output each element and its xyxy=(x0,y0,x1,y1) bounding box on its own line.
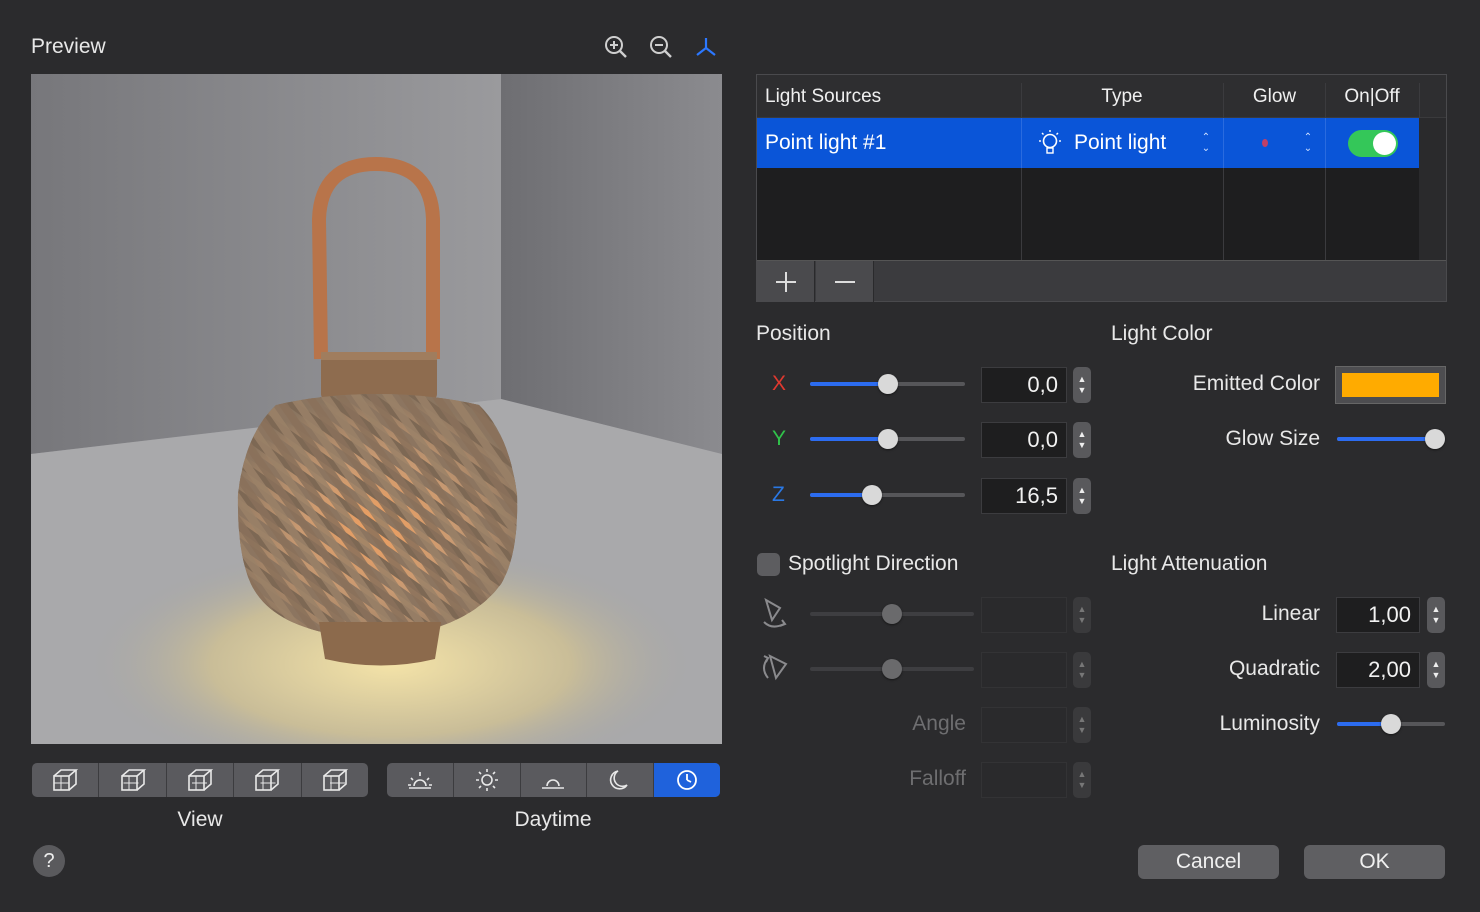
preview-title: Preview xyxy=(31,35,106,58)
emitted-color-label: Emitted Color xyxy=(1192,372,1320,395)
light-name: Point light #1 xyxy=(765,131,887,154)
spot-tilt-field[interactable] xyxy=(981,597,1067,633)
cube-view-5-button[interactable] xyxy=(302,763,368,797)
luminosity-label: Luminosity xyxy=(1219,712,1320,735)
sun-button[interactable] xyxy=(454,763,521,797)
position-title: Position xyxy=(756,322,831,345)
y-stepper[interactable]: ▲ ▼ xyxy=(1073,422,1091,458)
clock-icon xyxy=(672,767,702,793)
cube-view-2-icon xyxy=(118,767,148,793)
z-stepper[interactable]: ▲ ▼ xyxy=(1073,478,1091,514)
light-attenuation-title: Light Attenuation xyxy=(1111,552,1268,575)
light-sources-table: Light Sources Type Glow On|Off Point lig… xyxy=(756,74,1447,302)
sunset-button[interactable] xyxy=(521,763,588,797)
add-light-button[interactable] xyxy=(757,261,815,302)
plus-icon xyxy=(775,271,796,292)
x-field[interactable]: 0,0 xyxy=(981,367,1067,403)
zoom-out-icon[interactable] xyxy=(646,32,676,62)
view-label: View xyxy=(177,808,223,831)
y-label: Y xyxy=(772,427,787,450)
minus-icon xyxy=(834,280,855,283)
falloff-stepper[interactable]: ▲ ▼ xyxy=(1073,762,1091,798)
daytime-label: Daytime xyxy=(514,808,592,831)
falloff-label: Falloff xyxy=(909,767,966,790)
spot-rotate-field[interactable] xyxy=(981,652,1067,688)
table-row[interactable]: Point light #1 Point light ⌃ ⌄ ⌃ ⌄ xyxy=(757,118,1419,168)
spot-rotate-slider[interactable] xyxy=(810,658,974,680)
header-onoff[interactable]: On|Off xyxy=(1326,75,1418,118)
lightbulb-icon xyxy=(1035,128,1065,158)
on-off-toggle[interactable] xyxy=(1348,130,1398,157)
cube-view-2-button[interactable] xyxy=(99,763,167,797)
angle-stepper[interactable]: ▲ ▼ xyxy=(1073,707,1091,743)
y-slider[interactable] xyxy=(810,428,965,450)
emitted-color-well[interactable] xyxy=(1335,366,1446,404)
sunrise-button[interactable] xyxy=(387,763,454,797)
light-color-title: Light Color xyxy=(1111,322,1213,345)
spotlight-checkbox[interactable] xyxy=(757,553,780,576)
zoom-in-icon[interactable] xyxy=(601,32,631,62)
linear-stepper[interactable]: ▲ ▼ xyxy=(1427,597,1445,633)
spotlight-title: Spotlight Direction xyxy=(788,552,959,575)
cube-view-4-icon xyxy=(252,767,282,793)
z-field[interactable]: 16,5 xyxy=(981,478,1067,514)
cube-view-1-button[interactable] xyxy=(32,763,100,797)
quadratic-label: Quadratic xyxy=(1228,657,1320,680)
quadratic-stepper[interactable]: ▲ ▼ xyxy=(1427,652,1445,688)
cube-view-3-icon xyxy=(185,767,215,793)
help-button[interactable]: ? xyxy=(33,845,65,877)
angle-field[interactable] xyxy=(981,707,1067,743)
daytime-segmented-control xyxy=(387,763,720,797)
header-glow[interactable]: Glow xyxy=(1224,75,1325,118)
ok-button[interactable]: OK xyxy=(1304,845,1445,879)
glow-chevron-icon[interactable]: ⌃ ⌄ xyxy=(1302,132,1314,154)
light-type-select[interactable]: Point light xyxy=(1074,118,1166,168)
angle-label: Angle xyxy=(912,712,966,735)
moon-icon xyxy=(605,767,635,793)
table-scrollbar[interactable] xyxy=(1419,118,1446,260)
type-chevron-icon[interactable]: ⌃ ⌄ xyxy=(1200,132,1212,154)
moon-button[interactable] xyxy=(587,763,655,797)
table-footer xyxy=(757,260,1446,302)
falloff-field[interactable] xyxy=(981,762,1067,798)
x-slider[interactable] xyxy=(810,373,965,395)
sunset-icon xyxy=(538,767,568,793)
cube-view-3-button[interactable] xyxy=(167,763,235,797)
view-segmented-control xyxy=(32,763,368,797)
sunrise-icon xyxy=(405,767,435,793)
quadratic-field[interactable]: 2,00 xyxy=(1336,652,1420,688)
spot-tilt-slider[interactable] xyxy=(810,603,974,625)
clock-button[interactable] xyxy=(654,763,720,797)
glow-size-slider[interactable] xyxy=(1337,428,1445,450)
luminosity-slider[interactable] xyxy=(1337,713,1445,735)
z-label: Z xyxy=(772,483,785,506)
spot-tilt-stepper[interactable]: ▲ ▼ xyxy=(1073,597,1091,633)
axes-icon[interactable] xyxy=(691,32,721,62)
x-label: X xyxy=(772,372,787,395)
glow-size-label: Glow Size xyxy=(1225,427,1320,450)
spot-rotate-icon xyxy=(758,650,794,686)
header-light-sources[interactable]: Light Sources xyxy=(765,75,881,118)
spot-tilt-icon xyxy=(758,596,794,632)
x-stepper[interactable]: ▲ ▼ xyxy=(1073,367,1091,403)
spot-rotate-stepper[interactable]: ▲ ▼ xyxy=(1073,652,1091,688)
table-header: Light Sources Type Glow On|Off xyxy=(757,75,1446,118)
cube-view-1-icon xyxy=(50,767,80,793)
cube-view-5-icon xyxy=(320,767,350,793)
y-field[interactable]: 0,0 xyxy=(981,422,1067,458)
z-slider[interactable] xyxy=(810,484,965,506)
linear-label: Linear xyxy=(1261,602,1320,625)
cube-view-4-button[interactable] xyxy=(234,763,302,797)
cancel-button[interactable]: Cancel xyxy=(1138,845,1279,879)
3d-preview-viewport[interactable] xyxy=(31,74,722,744)
sun-icon xyxy=(472,767,502,793)
linear-field[interactable]: 1,00 xyxy=(1336,597,1420,633)
remove-light-button[interactable] xyxy=(816,261,874,302)
glow-swatch[interactable] xyxy=(1262,139,1268,147)
header-type[interactable]: Type xyxy=(1021,75,1223,118)
